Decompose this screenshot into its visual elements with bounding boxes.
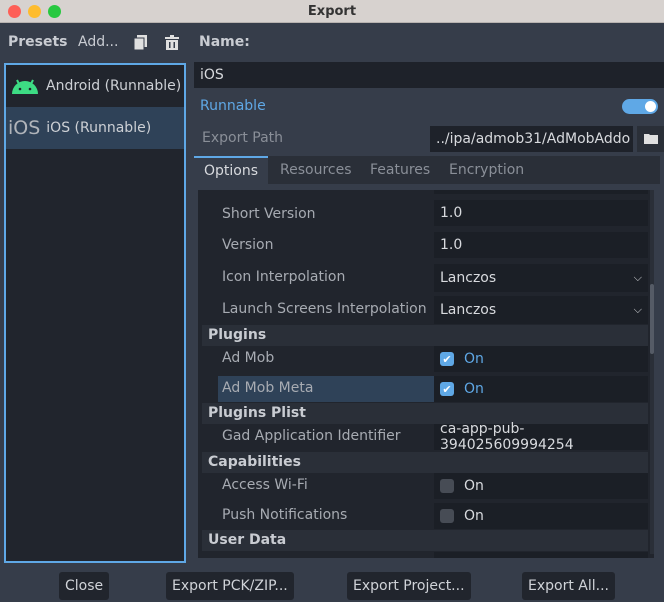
export-all-button[interactable]: Export All... [522,572,615,600]
name-label: Name: [199,34,250,50]
chevron-down-icon: ⌵ [633,303,642,316]
gad-label: Gad Application Identifier [222,428,401,444]
checkbox-label: On [464,381,484,397]
gad-input[interactable]: ca-app-pub-394025609994254 [434,421,648,453]
scrollbar-track[interactable] [650,190,654,554]
checkbox-box [440,509,454,523]
window-title: Export [307,4,357,19]
tab-encryption[interactable]: Encryption [439,156,534,184]
chevron-down-icon: ⌵ [633,271,642,284]
preset-android[interactable]: Android (Runnable) [6,65,184,107]
tab-options[interactable]: Options [194,156,269,184]
launch-interpolation-label: Launch Screens Interpolation [222,301,427,317]
runnable-label: Runnable [200,98,266,114]
export-path-label: Export Path [202,130,284,146]
export-path-input[interactable]: ../ipa/admob31/AdMobAddo [430,126,633,152]
checkbox-label: On [464,508,484,524]
export-project-button[interactable]: Export Project... [347,572,471,600]
icon-interpolation-select[interactable]: Lanczos ⌵ [434,264,648,292]
partial-row [434,190,648,194]
ios-icon: iOS [8,117,41,139]
check-icon: ✔ [440,352,454,366]
icon-interpolation-label: Icon Interpolation [222,269,346,285]
checkbox-label: On [464,351,484,367]
partial-row [434,552,648,558]
tab-features[interactable]: Features [360,156,440,184]
title-bar: Export [0,0,664,23]
presets-label: Presets [8,34,68,50]
select-value: Lanczos [440,270,497,286]
checkbox-box [440,479,454,493]
push-label: Push Notifications [222,507,348,523]
zoom-window-button[interactable] [48,5,61,18]
browse-folder-button[interactable] [637,126,664,152]
options-panel: Short Version 1.0 Version 1.0 Icon Inter… [194,184,660,562]
wifi-checkbox[interactable]: On [434,473,648,499]
ad-mob-meta-label: Ad Mob Meta [222,380,314,396]
check-icon: ✔ [440,382,454,396]
name-input[interactable]: iOS [194,62,664,88]
launch-interpolation-select[interactable]: Lanczos ⌵ [434,296,648,324]
preset-label: Android (Runnable) [46,78,182,94]
folder-icon [644,134,658,144]
android-icon [12,79,38,94]
preset-label: iOS (Runnable) [46,120,152,136]
version-input[interactable]: 1.0 [434,232,648,258]
section-capabilities: Capabilities [202,452,648,473]
presets-list: Android (Runnable) iOS iOS (Runnable) [4,63,186,563]
ad-mob-label: Ad Mob [222,350,275,366]
preset-ios[interactable]: iOS iOS (Runnable) [6,107,184,149]
duplicate-icon[interactable] [134,35,147,50]
checkbox-label: On [464,478,484,494]
tab-bar: Options Resources Features Encryption [194,156,660,184]
short-version-label: Short Version [222,206,316,222]
wifi-label: Access Wi-Fi [222,477,308,493]
scrollbar-thumb[interactable] [650,284,654,354]
short-version-input[interactable]: 1.0 [434,200,648,226]
version-label: Version [222,237,274,253]
close-button[interactable]: Close [59,572,110,600]
ad-mob-meta-checkbox[interactable]: ✔ On [434,376,648,402]
close-window-button[interactable] [8,5,21,18]
add-preset-button[interactable]: Add... [78,34,118,50]
delete-icon[interactable] [165,35,179,50]
ad-mob-checkbox[interactable]: ✔ On [434,346,648,372]
minimize-window-button[interactable] [28,5,41,18]
push-checkbox[interactable]: On [434,503,648,529]
select-value: Lanczos [440,302,497,318]
section-user-data: User Data [202,530,648,551]
tab-resources[interactable]: Resources [270,156,362,184]
export-pck-button[interactable]: Export PCK/ZIP... [166,572,294,600]
runnable-toggle[interactable] [622,99,658,114]
section-plugins: Plugins [202,325,648,346]
